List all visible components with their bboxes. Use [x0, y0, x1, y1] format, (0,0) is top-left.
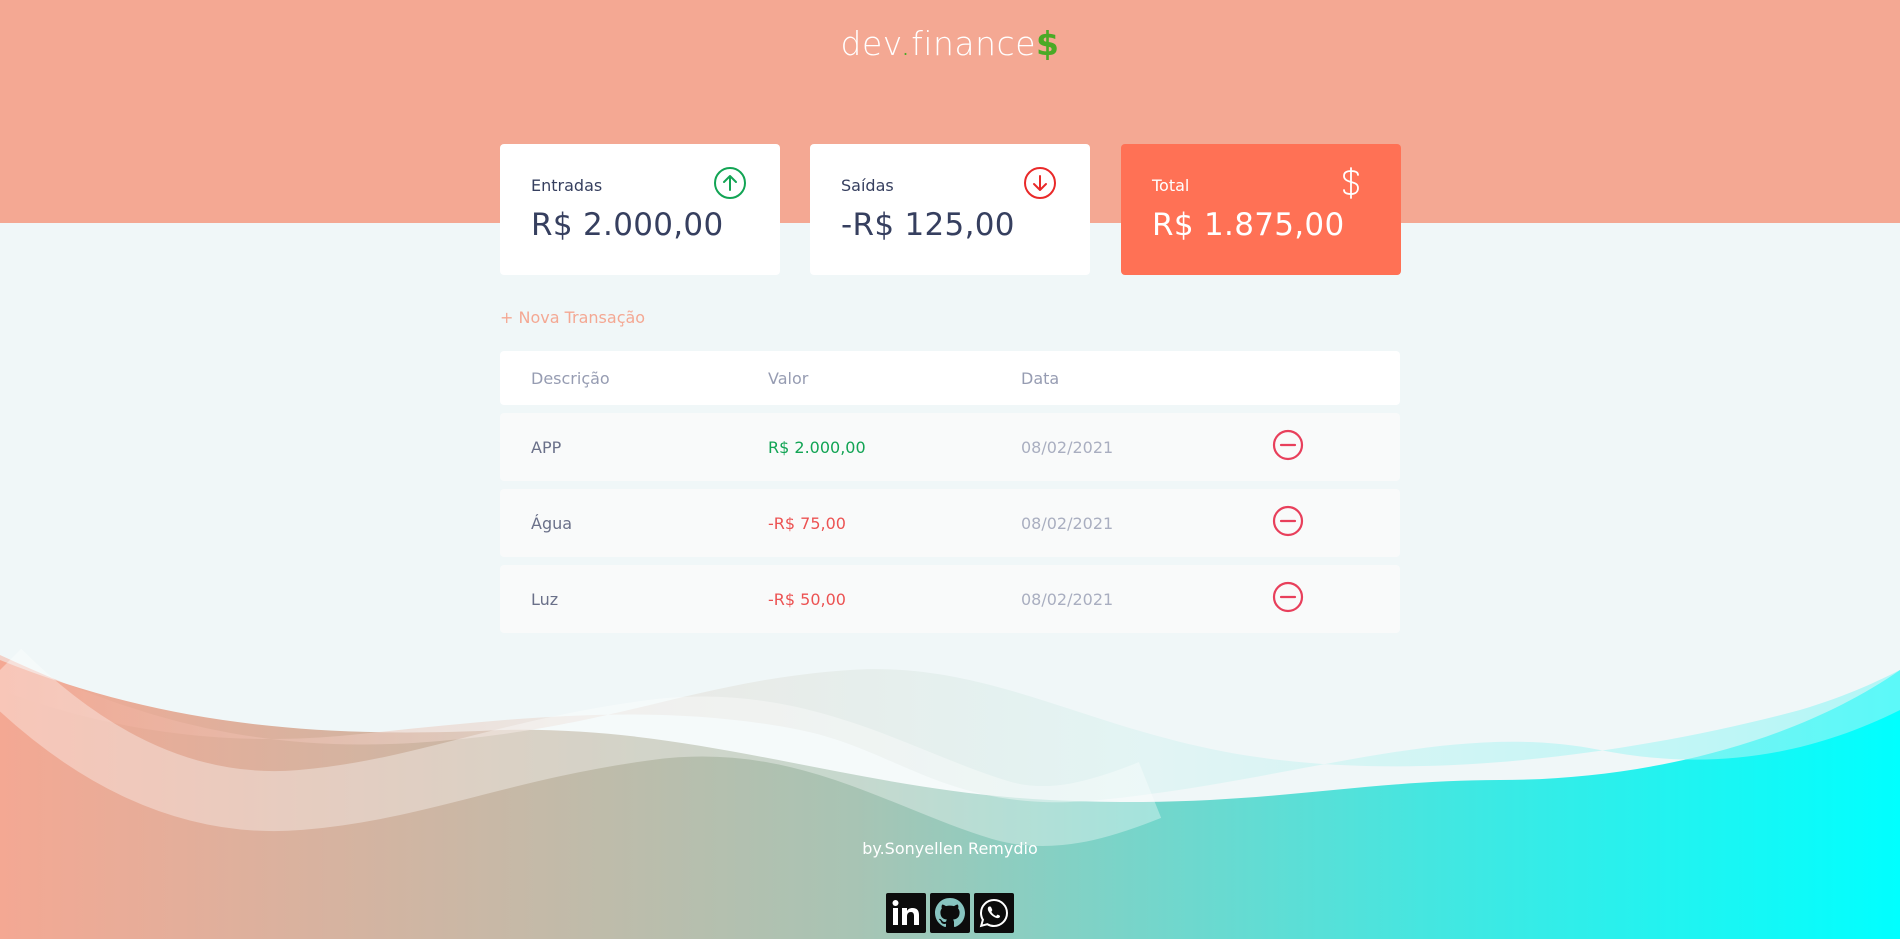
expense-card: Saídas -R$ 125,00 [810, 144, 1090, 275]
total-card-value: R$ 1.875,00 [1152, 207, 1345, 243]
expense-card-value: -R$ 125,00 [841, 207, 1015, 243]
column-header-date: Data [1021, 369, 1060, 388]
logo-dollar: $ [1036, 24, 1060, 63]
row-description: APP [531, 438, 562, 457]
row-date: 08/02/2021 [1021, 514, 1114, 533]
footer-credit: by.Sonyellen Remydio [862, 839, 1038, 858]
logo-text-main: dev [840, 24, 901, 63]
total-card: Total R$ 1.875,00 [1121, 144, 1401, 275]
remove-transaction-icon[interactable] [1272, 429, 1304, 461]
app-logo: dev.finance$ [0, 24, 1900, 63]
income-card-value: R$ 2.000,00 [531, 207, 724, 243]
github-icon[interactable] [930, 893, 970, 933]
new-transaction-link[interactable]: + Nova Transação [500, 308, 645, 327]
arrow-down-circle-icon [1024, 167, 1056, 199]
expense-card-label: Saídas [841, 176, 894, 195]
row-description: Luz [531, 590, 559, 609]
transactions-table-header: Descrição Valor Data [500, 351, 1400, 405]
row-date: 08/02/2021 [1021, 438, 1114, 457]
arrow-up-circle-icon [714, 167, 746, 199]
table-row: APP R$ 2.000,00 08/02/2021 [500, 413, 1400, 481]
remove-transaction-icon[interactable] [1272, 505, 1304, 537]
income-card-label: Entradas [531, 176, 603, 195]
linkedin-icon[interactable] [886, 893, 926, 933]
row-amount: R$ 2.000,00 [768, 438, 866, 457]
row-date: 08/02/2021 [1021, 590, 1114, 609]
row-description: Água [531, 514, 573, 533]
total-card-label: Total [1152, 176, 1190, 195]
column-header-description: Descrição [531, 369, 610, 388]
dollar-icon [1343, 167, 1359, 199]
table-row: Luz -R$ 50,00 08/02/2021 [500, 565, 1400, 633]
remove-transaction-icon[interactable] [1272, 581, 1304, 613]
column-header-amount: Valor [768, 369, 809, 388]
row-amount: -R$ 50,00 [768, 590, 846, 609]
table-row: Água -R$ 75,00 08/02/2021 [500, 489, 1400, 557]
logo-text-rest: finance [911, 24, 1037, 63]
logo-dot: . [900, 24, 912, 63]
whatsapp-icon[interactable] [974, 893, 1014, 933]
row-amount: -R$ 75,00 [768, 514, 846, 533]
income-card: Entradas R$ 2.000,00 [500, 144, 780, 275]
